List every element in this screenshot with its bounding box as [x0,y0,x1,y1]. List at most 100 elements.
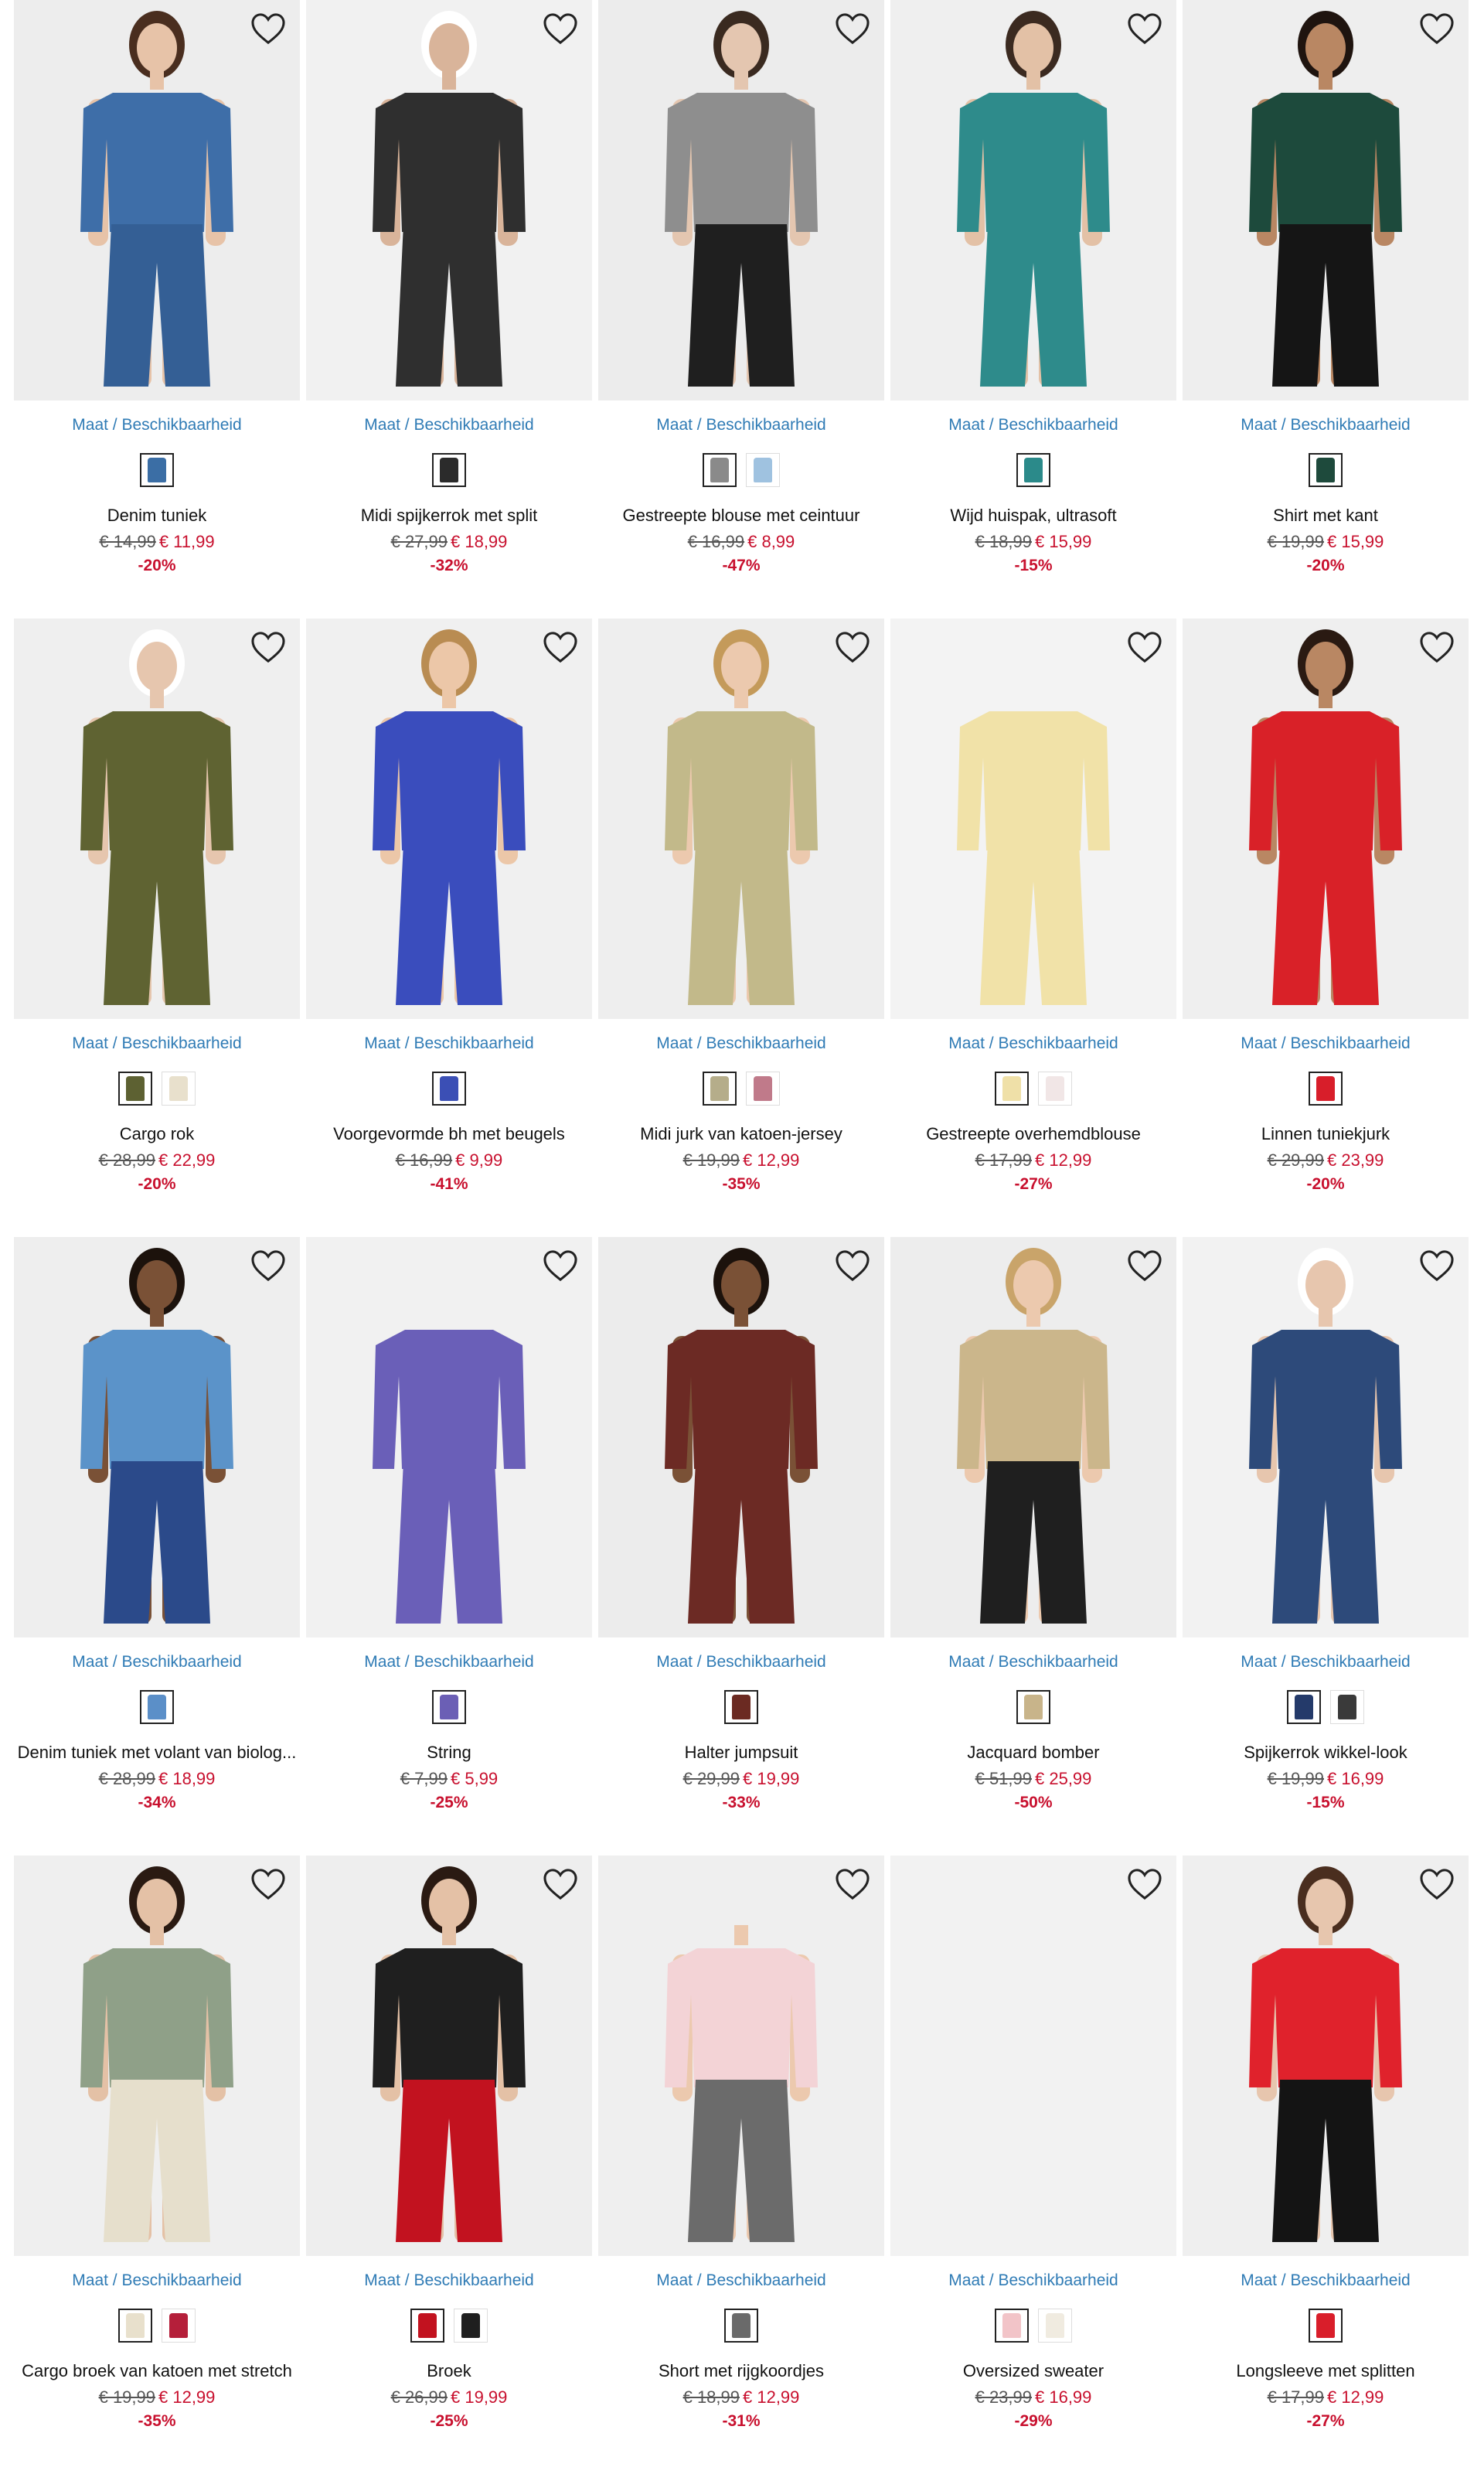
color-swatch[interactable] [1309,1072,1343,1106]
heart-icon[interactable] [1127,631,1162,663]
product-name[interactable]: Linnen tuniekjurk [1183,1124,1469,1144]
heart-icon[interactable] [543,631,578,663]
heart-icon[interactable] [1419,1249,1455,1282]
product-name[interactable]: Spijkerrok wikkel-look [1183,1743,1469,1763]
product-card-14[interactable]: Maat / Beschikbaarheid Jacquard bomber €… [890,1237,1176,1855]
color-swatch[interactable] [140,1690,174,1724]
color-swatch[interactable] [1016,1690,1050,1724]
product-name[interactable]: Jacquard bomber [890,1743,1176,1763]
size-availability-link[interactable]: Maat / Beschikbaarheid [1183,1034,1469,1053]
color-swatch[interactable] [724,1690,758,1724]
color-swatch[interactable] [995,2309,1029,2343]
color-swatch[interactable] [162,1072,196,1106]
product-image[interactable] [598,0,884,400]
heart-icon[interactable] [1419,631,1455,663]
product-card-6[interactable]: Maat / Beschikbaarheid Cargo rok € 28,99… [14,618,300,1237]
color-swatch[interactable] [1309,453,1343,487]
color-swatch[interactable] [162,2309,196,2343]
product-image[interactable] [1183,1855,1469,2256]
product-card-1[interactable]: Maat / Beschikbaarheid Denim tuniek € 14… [14,0,300,618]
product-name[interactable]: Longsleeve met splitten [1183,2361,1469,2381]
heart-icon[interactable] [835,631,870,663]
color-swatch[interactable] [724,2309,758,2343]
product-image[interactable] [306,618,592,1019]
heart-icon[interactable] [250,1868,286,1900]
product-card-3[interactable]: Maat / Beschikbaarheid Gestreepte blouse… [598,0,884,618]
product-card-19[interactable]: Maat / Beschikbaarheid Oversized sweater… [890,1855,1176,2474]
heart-icon[interactable] [835,12,870,45]
color-swatch[interactable] [1309,2309,1343,2343]
size-availability-link[interactable]: Maat / Beschikbaarheid [890,1034,1176,1053]
color-swatch[interactable] [118,1072,152,1106]
heart-icon[interactable] [250,631,286,663]
heart-icon[interactable] [1127,1249,1162,1282]
product-card-8[interactable]: Maat / Beschikbaarheid Midi jurk van kat… [598,618,884,1237]
size-availability-link[interactable]: Maat / Beschikbaarheid [306,416,592,434]
product-card-20[interactable]: Maat / Beschikbaarheid Longsleeve met sp… [1183,1855,1469,2474]
product-image[interactable] [890,0,1176,400]
product-image[interactable] [306,0,592,400]
product-card-17[interactable]: Maat / Beschikbaarheid Broek € 26,99 € 19… [306,1855,592,2474]
product-image[interactable] [598,1237,884,1637]
product-image[interactable] [14,618,300,1019]
size-availability-link[interactable]: Maat / Beschikbaarheid [598,1653,884,1671]
product-name[interactable]: String [306,1743,592,1763]
product-name[interactable]: Denim tuniek [14,506,300,526]
product-image[interactable] [306,1237,592,1637]
product-image[interactable] [890,1855,1176,2256]
heart-icon[interactable] [1419,1868,1455,1900]
color-swatch[interactable] [703,1072,737,1106]
product-name[interactable]: Cargo broek van katoen met stretch [14,2361,300,2381]
size-availability-link[interactable]: Maat / Beschikbaarheid [1183,1653,1469,1671]
product-name[interactable]: Gestreepte overhemdblouse [890,1124,1176,1144]
size-availability-link[interactable]: Maat / Beschikbaarheid [306,2271,592,2290]
color-swatch[interactable] [746,1072,780,1106]
size-availability-link[interactable]: Maat / Beschikbaarheid [890,416,1176,434]
product-image[interactable] [890,618,1176,1019]
color-swatch[interactable] [410,2309,444,2343]
color-swatch[interactable] [1330,1690,1364,1724]
product-image[interactable] [1183,0,1469,400]
product-name[interactable]: Broek [306,2361,592,2381]
product-card-15[interactable]: Maat / Beschikbaarheid Spijkerrok wikkel… [1183,1237,1469,1855]
product-image[interactable] [598,618,884,1019]
product-name[interactable]: Midi jurk van katoen-jersey [598,1124,884,1144]
heart-icon[interactable] [250,12,286,45]
heart-icon[interactable] [1127,12,1162,45]
product-image[interactable] [306,1855,592,2256]
color-swatch[interactable] [703,453,737,487]
heart-icon[interactable] [1127,1868,1162,1900]
product-card-13[interactable]: Maat / Beschikbaarheid Halter jumpsuit €… [598,1237,884,1855]
product-image[interactable] [14,0,300,400]
heart-icon[interactable] [250,1249,286,1282]
color-swatch[interactable] [746,453,780,487]
product-image[interactable] [1183,618,1469,1019]
product-card-9[interactable]: Maat / Beschikbaarheid Gestreepte overhe… [890,618,1176,1237]
size-availability-link[interactable]: Maat / Beschikbaarheid [598,1034,884,1053]
product-name[interactable]: Oversized sweater [890,2361,1176,2381]
product-name[interactable]: Wijd huispak, ultrasoft [890,506,1176,526]
heart-icon[interactable] [543,12,578,45]
product-name[interactable]: Midi spijkerrok met split [306,506,592,526]
size-availability-link[interactable]: Maat / Beschikbaarheid [306,1653,592,1671]
color-swatch[interactable] [995,1072,1029,1106]
product-name[interactable]: Gestreepte blouse met ceintuur [598,506,884,526]
heart-icon[interactable] [1419,12,1455,45]
size-availability-link[interactable]: Maat / Beschikbaarheid [890,2271,1176,2290]
heart-icon[interactable] [835,1249,870,1282]
size-availability-link[interactable]: Maat / Beschikbaarheid [14,1034,300,1053]
size-availability-link[interactable]: Maat / Beschikbaarheid [306,1034,592,1053]
size-availability-link[interactable]: Maat / Beschikbaarheid [14,1653,300,1671]
color-swatch[interactable] [1016,453,1050,487]
size-availability-link[interactable]: Maat / Beschikbaarheid [598,2271,884,2290]
heart-icon[interactable] [835,1868,870,1900]
product-image[interactable] [1183,1237,1469,1637]
heart-icon[interactable] [543,1249,578,1282]
product-name[interactable]: Denim tuniek met volant van biolog... [14,1743,300,1763]
product-image[interactable] [598,1855,884,2256]
product-card-18[interactable]: Maat / Beschikbaarheid Short met rijgkoo… [598,1855,884,2474]
color-swatch[interactable] [1038,2309,1072,2343]
size-availability-link[interactable]: Maat / Beschikbaarheid [890,1653,1176,1671]
color-swatch[interactable] [454,2309,488,2343]
color-swatch[interactable] [1038,1072,1072,1106]
